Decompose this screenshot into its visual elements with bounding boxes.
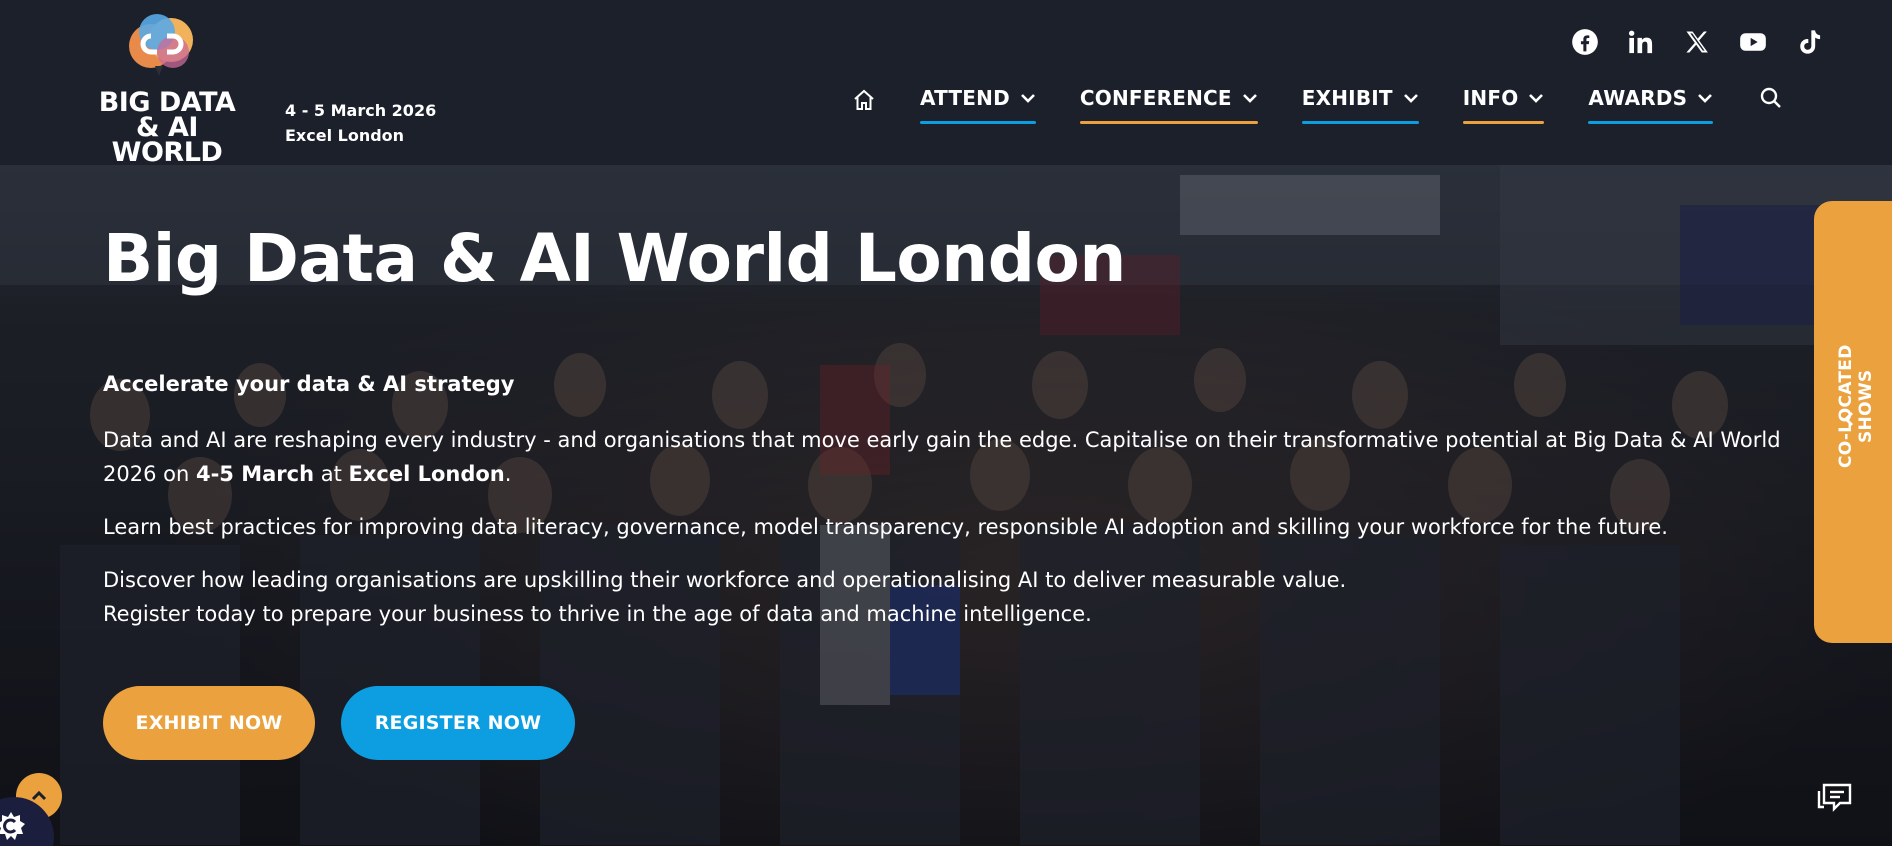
x-icon[interactable] [1682, 27, 1712, 57]
nav-info-label: INFO [1462, 86, 1519, 110]
nav-attend-label: ATTEND [920, 86, 1010, 110]
event-venue: Excel London [285, 126, 405, 145]
p1-mid: at [314, 462, 349, 486]
social-links [1570, 27, 1824, 57]
nav-info[interactable]: INFO [1462, 86, 1545, 124]
chevron-down-icon [1020, 90, 1036, 106]
main-nav: ATTEND CONFERENCE EXHIBIT INFO AWARDS [852, 86, 1785, 132]
chevron-down-icon [1242, 90, 1258, 106]
hero-title: Big Data & AI World London [103, 220, 1126, 297]
logo-text: BIG DATA & AI WORLD [82, 89, 252, 168]
nav-conference-label: CONFERENCE [1079, 86, 1232, 110]
nav-underline [1588, 121, 1714, 124]
p1-venue: Excel London [348, 462, 505, 486]
youtube-icon[interactable] [1738, 27, 1768, 57]
facebook-icon[interactable] [1570, 27, 1600, 57]
logo-line-2: & AI WORLD [111, 112, 223, 168]
logo-mark-icon [129, 14, 193, 76]
hero-paragraph-2: Learn best practices for improving data … [103, 515, 1668, 539]
site-header: BIG DATA & AI WORLD 4 - 5 March 2026 Exc… [0, 0, 1892, 166]
nav-attend[interactable]: ATTEND [920, 86, 1036, 124]
event-dates: 4 - 5 March 2026 [285, 101, 437, 120]
nav-conference[interactable]: CONFERENCE [1079, 86, 1258, 124]
tiktok-icon[interactable] [1794, 27, 1824, 57]
co-located-shows-tab[interactable]: CO-LOCATED SHOWS [1814, 201, 1892, 643]
co-located-shows-label: CO-LOCATED SHOWS [1836, 344, 1876, 468]
hero-body: Data and AI are reshaping every industry… [103, 423, 1803, 650]
hero-paragraph-1: Data and AI are reshaping every industry… [103, 423, 1803, 491]
chevron-down-icon [1528, 90, 1544, 106]
nav-underline [1462, 121, 1545, 124]
chevron-down-icon [1403, 90, 1419, 106]
nav-exhibit-label: EXHIBIT [1301, 86, 1393, 110]
p1-dates: 4-5 March [195, 462, 315, 486]
site-logo[interactable]: BIG DATA & AI WORLD [82, 8, 252, 166]
search-icon[interactable] [1759, 86, 1785, 112]
p3-line-1: Discover how leading organisations are u… [103, 568, 1347, 592]
nav-underline [920, 121, 1036, 124]
exhibit-now-button[interactable]: EXHIBIT NOW [103, 686, 315, 760]
linkedin-icon[interactable] [1626, 27, 1656, 57]
register-now-button[interactable]: REGISTER NOW [341, 686, 575, 760]
p3-line-2: Register today to prepare your business … [103, 602, 1092, 626]
home-icon[interactable] [852, 88, 880, 114]
nav-exhibit[interactable]: EXHIBIT [1301, 86, 1419, 124]
chevron-left-icon [1841, 411, 1859, 429]
nav-awards-label: AWARDS [1588, 86, 1688, 110]
hero-banner: Big Data & AI World London Accelerate yo… [0, 165, 1892, 846]
hero-paragraph-3: Discover how leading organisations are u… [103, 563, 1803, 631]
nav-underline [1079, 121, 1258, 124]
hero-subtitle: Accelerate your data & AI strategy [103, 372, 515, 396]
event-meta: 4 - 5 March 2026 Excel London [285, 98, 436, 148]
p1-end: . [504, 462, 512, 486]
nav-underline [1301, 121, 1419, 124]
nav-awards[interactable]: AWARDS [1588, 86, 1714, 124]
chat-icon[interactable] [1816, 779, 1854, 813]
chevron-down-icon [1697, 90, 1713, 106]
cookie-icon [0, 812, 25, 840]
